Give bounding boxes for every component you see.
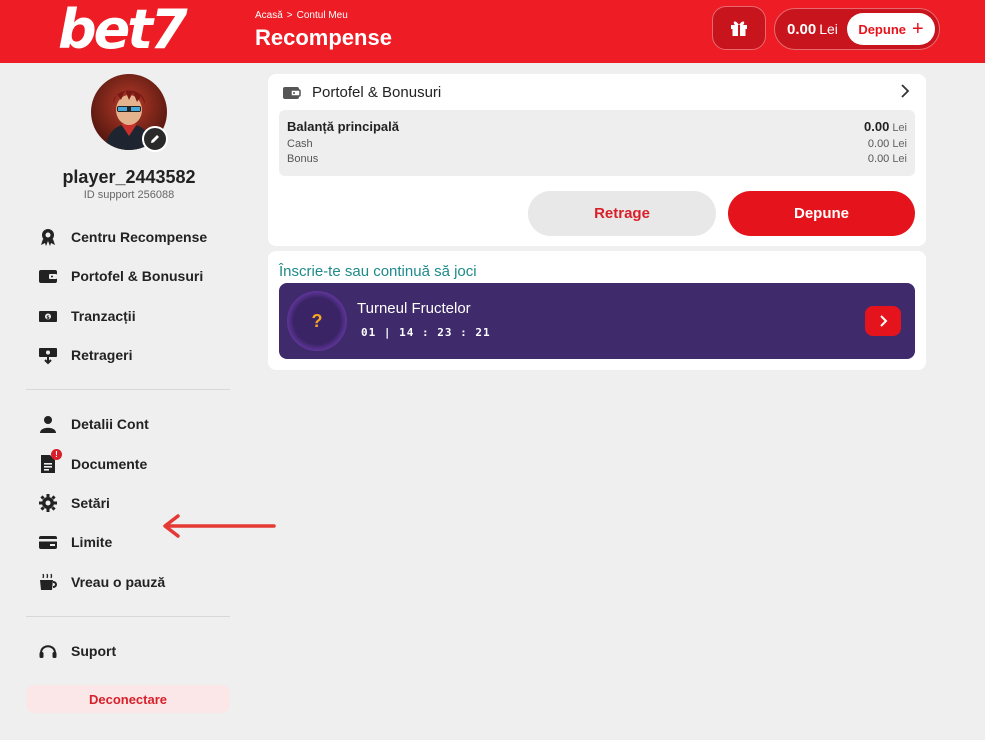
- sidebar-item-label: Portofel & Bonusuri: [71, 268, 204, 284]
- sidebar-item-account-details[interactable]: Detalii Cont: [38, 412, 149, 436]
- award-icon: [38, 227, 58, 247]
- tournament-banner[interactable]: ? Turneul Fructelor 01 | 14 : 23 : 21: [279, 283, 915, 359]
- coffee-icon: [38, 572, 58, 592]
- balance-summary: Balanță principală 0.00 Lei Cash 0.00 Lei …: [279, 110, 915, 176]
- sidebar-item-settings[interactable]: Setări: [38, 491, 110, 515]
- sidebar-item-label: Setări: [71, 495, 110, 511]
- header-deposit-label: Depune: [858, 21, 906, 37]
- pencil-icon: [151, 135, 159, 143]
- balance-row-bonus: Bonus 0.00 Lei: [287, 153, 907, 165]
- header-deposit-button[interactable]: Depune +: [847, 13, 935, 45]
- wallet-card-header[interactable]: Portofel & Bonusuri: [282, 84, 441, 101]
- wallet-icon: [38, 266, 58, 286]
- svg-text:$: $: [46, 315, 50, 321]
- sidebar-item-take-break[interactable]: Vreau o pauză: [38, 570, 165, 594]
- sidebar-item-limits[interactable]: Limite: [38, 530, 112, 554]
- sidebar-item-withdrawals[interactable]: Retrageri: [38, 343, 132, 367]
- sidebar-item-label: Vreau o pauză: [71, 574, 166, 590]
- header-balance[interactable]: 0.00 Lei Depune +: [774, 8, 940, 50]
- main-balance-label: Balanță principală: [287, 119, 399, 134]
- breadcrumb-home[interactable]: Acasă: [255, 10, 283, 21]
- gift-button[interactable]: [712, 6, 766, 50]
- sidebar-item-label: Tranzacții: [71, 308, 136, 324]
- withdraw-button[interactable]: Retrage: [528, 191, 716, 236]
- gear-icon: [38, 493, 58, 513]
- sidebar-item-rewards-center[interactable]: Centru Recompense: [38, 225, 207, 249]
- balance-row-cash: Cash 0.00 Lei: [287, 138, 907, 150]
- sidebar-item-transactions[interactable]: $ Tranzacții: [38, 304, 136, 328]
- page-title: Recompense: [255, 25, 392, 50]
- chevron-right-icon[interactable]: [900, 83, 910, 99]
- username: player_2443582: [62, 167, 196, 187]
- tournament-name: Turneul Fructelor: [357, 300, 471, 317]
- deposit-button[interactable]: Depune: [728, 191, 915, 236]
- edit-avatar-button[interactable]: [142, 126, 168, 152]
- sidebar-item-label: Retrageri: [71, 347, 133, 363]
- breadcrumb: Acasă > Contul Meu: [255, 10, 348, 21]
- brand-logo[interactable]: bet7: [58, 2, 188, 58]
- breadcrumb-separator: >: [286, 10, 293, 21]
- headset-icon: [38, 641, 58, 661]
- tournament-open-button[interactable]: [865, 306, 901, 336]
- sidebar-item-label: Limite: [71, 534, 113, 550]
- money-icon: $: [38, 306, 58, 326]
- sidebar-item-label: Suport: [71, 643, 117, 659]
- wallet-title: Portofel & Bonusuri: [312, 84, 442, 101]
- breadcrumb-account[interactable]: Contul Meu: [297, 10, 348, 21]
- main-balance-amount: 0.00 Lei: [864, 119, 907, 134]
- sidebar: player_2443582 ID support 256088 Centru …: [0, 63, 276, 740]
- sidebar-item-support[interactable]: Suport: [38, 639, 116, 663]
- wallet-icon: [283, 86, 301, 99]
- sidebar-divider: [26, 389, 230, 390]
- user-icon: [38, 414, 58, 434]
- sidebar-item-documents[interactable]: ! Documente: [38, 449, 148, 476]
- sidebar-item-label: Detalii Cont: [71, 416, 149, 432]
- support-id: ID support 256088: [83, 189, 175, 201]
- withdraw-icon: [38, 345, 58, 365]
- tournament-card: Înscrie-te sau continuă să joci ? Turneu…: [268, 251, 926, 370]
- sidebar-divider: [26, 616, 230, 617]
- sidebar-item-label: Centru Recompense: [71, 229, 208, 245]
- tournament-heading: Înscrie-te sau continuă să joci: [279, 263, 477, 280]
- card-icon: [38, 532, 58, 552]
- document-icon: !: [38, 449, 62, 474]
- sidebar-item-wallet[interactable]: Portofel & Bonusuri: [38, 264, 203, 288]
- top-header: bet7 Acasă > Contul Meu Recompense 0.00 Lei…: [0, 0, 985, 63]
- notification-badge: !: [51, 449, 62, 460]
- tournament-countdown: 01 | 14 : 23 : 21: [361, 326, 491, 339]
- wallet-card: Portofel & Bonusuri Balanță principală 0…: [268, 74, 926, 246]
- annotation-arrow-icon: [163, 514, 276, 538]
- header-balance-amount: 0.00 Lei: [787, 21, 838, 38]
- chevron-right-icon: [880, 315, 888, 327]
- tournament-badge: ?: [287, 291, 347, 351]
- sidebar-item-label: Documente: [71, 456, 148, 472]
- gift-icon: [731, 21, 747, 36]
- logout-button[interactable]: Deconectare: [26, 685, 230, 713]
- plus-icon: +: [911, 18, 924, 40]
